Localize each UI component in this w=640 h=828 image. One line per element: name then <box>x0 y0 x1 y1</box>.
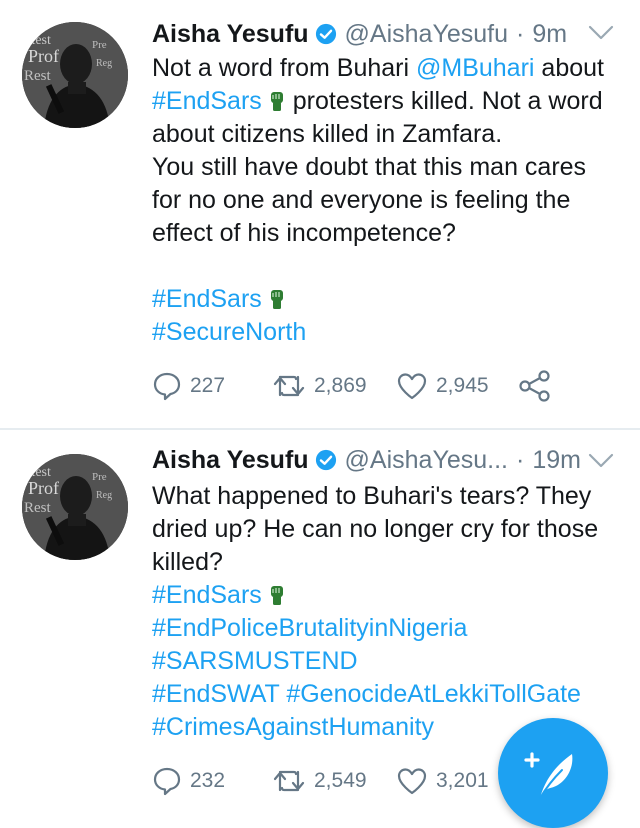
svg-text:Prof: Prof <box>28 478 59 498</box>
author-name[interactable]: Aisha Yesufu <box>152 446 309 475</box>
retweet-count: 2,549 <box>314 769 367 792</box>
hashtag-link[interactable]: #CrimesAgainstHumanity <box>152 713 434 741</box>
tweet-text-segment: for no one and everyone is feeling the <box>152 186 571 214</box>
reply-icon <box>153 767 181 796</box>
hashtag-link[interactable]: #EndPoliceBrutalityinNigeria <box>152 614 467 642</box>
tweet[interactable]: Rest Prof Rest Pre Reg Aisha Yesufu @Ais… <box>0 0 640 428</box>
tweet-text-segment: You still have doubt that this man cares <box>152 153 587 181</box>
tweet-text-segment: about citizens killed in Zamfara. <box>152 120 503 148</box>
separator-dot: · <box>516 19 525 48</box>
hashtag-link[interactable]: #SARSMUSTEND <box>152 647 358 675</box>
reply-count: 227 <box>190 374 226 397</box>
chevron-down-icon[interactable] <box>586 448 616 472</box>
svg-text:Reg: Reg <box>96 490 112 501</box>
author-name[interactable]: Aisha Yesufu <box>152 20 309 49</box>
tweet-text-segment: Not a word from Buhari <box>152 54 416 82</box>
tweet-text-segment: about <box>534 54 604 82</box>
tweet-text-line: #EndSWAT #GenocideAtLekkiTollGate <box>152 678 622 711</box>
heart-icon <box>397 768 427 795</box>
tweet-text-segment: What happened to Buhari's tears? They <box>152 482 592 510</box>
tweet-text-segment: killed? <box>152 548 223 576</box>
tweet-text-line: #EndSars protesters killed. Not a word <box>152 85 622 118</box>
svg-text:Pre: Pre <box>92 39 107 51</box>
tweet-text-line: #EndPoliceBrutalityinNigeria <box>152 612 622 645</box>
tweet-header: Aisha Yesufu @AishaYesufu · 9m <box>152 18 567 50</box>
avatar[interactable]: Rest Prof Rest Pre Reg <box>22 454 128 560</box>
tweet-time[interactable]: 19m <box>532 446 581 475</box>
tweet-header: Aisha Yesufu @AishaYesu... · 19m <box>152 444 581 476</box>
tweet-actions: 232 2,549 3,201 <box>152 766 518 796</box>
hashtag-link[interactable]: #EndSars <box>152 87 262 115</box>
svg-text:Rest: Rest <box>24 68 52 84</box>
like-count: 2,945 <box>436 374 489 397</box>
tweet-text-line: effect of his incompetence? <box>152 217 622 250</box>
retweet-icon <box>273 770 305 792</box>
compose-tweet-icon <box>524 752 573 799</box>
tweet-text: Not a word from Buhari @MBuhari about #En… <box>152 52 622 349</box>
svg-text:Reg: Reg <box>96 58 112 69</box>
tweet-actions: 227 2,869 2,945 <box>152 370 552 402</box>
avatar[interactable]: Rest Prof Rest Pre Reg <box>22 22 128 128</box>
tweet-text-line: about citizens killed in Zamfara. <box>152 118 622 151</box>
separator-dot: · <box>516 445 525 474</box>
retweet-button[interactable]: 2,549 <box>272 767 396 795</box>
verified-badge-icon <box>315 449 336 471</box>
retweet-icon <box>273 375 305 397</box>
tweet-time[interactable]: 9m <box>532 20 567 49</box>
author-handle[interactable]: @AishaYesufu <box>345 20 508 49</box>
like-button[interactable]: 2,945 <box>396 372 518 400</box>
raised-fist-emoji-icon <box>270 92 283 111</box>
tweet-text-line: What happened to Buhari's tears? They <box>152 480 622 513</box>
tweet-text-line: #EndSars <box>152 579 622 612</box>
hashtag-link[interactable]: #EndSars <box>152 581 262 609</box>
svg-text:Rest: Rest <box>24 500 52 516</box>
tweet-text-line: You still have doubt that this man cares <box>152 151 622 184</box>
hashtag-link[interactable]: #EndSWAT <box>152 680 279 708</box>
tweet-text-line: #SecureNorth <box>152 316 622 349</box>
tweet-text-line: Not a word from Buhari @MBuhari about <box>152 52 622 85</box>
retweet-button[interactable]: 2,869 <box>272 372 396 400</box>
tweet-text-line: #EndSars <box>152 283 622 316</box>
tweet-text-line: #SARSMUSTEND <box>152 645 622 678</box>
tweet-text-line: dried up? He can no longer cry for those <box>152 513 622 546</box>
compose-tweet-button[interactable] <box>498 718 608 828</box>
tweet-text-segment: effect of his incompetence? <box>152 219 456 247</box>
like-count: 3,201 <box>436 769 489 792</box>
tweet-text-segment: dried up? He can no longer cry for those <box>152 515 599 543</box>
verified-badge-icon <box>315 23 336 45</box>
raised-fist-emoji-icon <box>270 586 283 605</box>
reply-button[interactable]: 227 <box>152 371 272 401</box>
share-button[interactable] <box>518 370 552 402</box>
reply-icon <box>153 372 181 401</box>
svg-text:Prof: Prof <box>28 46 59 66</box>
hashtag-link[interactable]: #SecureNorth <box>152 318 306 346</box>
author-handle[interactable]: @AishaYesu... <box>345 446 508 475</box>
tweet-text-line: for no one and everyone is feeling the <box>152 184 622 217</box>
heart-icon <box>397 373 427 400</box>
chevron-down-icon[interactable] <box>586 20 616 44</box>
mention-link[interactable]: @MBuhari <box>416 54 534 82</box>
tweet-text-segment: protesters killed. Not a word <box>285 87 603 115</box>
svg-text:Pre: Pre <box>92 471 107 483</box>
share-icon <box>519 370 550 402</box>
reply-button[interactable]: 232 <box>152 766 272 796</box>
tweet-text: What happened to Buhari's tears? They dri… <box>152 480 622 744</box>
retweet-count: 2,869 <box>314 374 367 397</box>
hashtag-link[interactable]: #GenocideAtLekkiTollGate <box>286 680 581 708</box>
tweet-text-line <box>152 250 622 283</box>
reply-count: 232 <box>190 769 226 792</box>
tweet-text-line: killed? <box>152 546 622 579</box>
hashtag-link[interactable]: #EndSars <box>152 285 262 313</box>
raised-fist-emoji-icon <box>270 290 283 309</box>
